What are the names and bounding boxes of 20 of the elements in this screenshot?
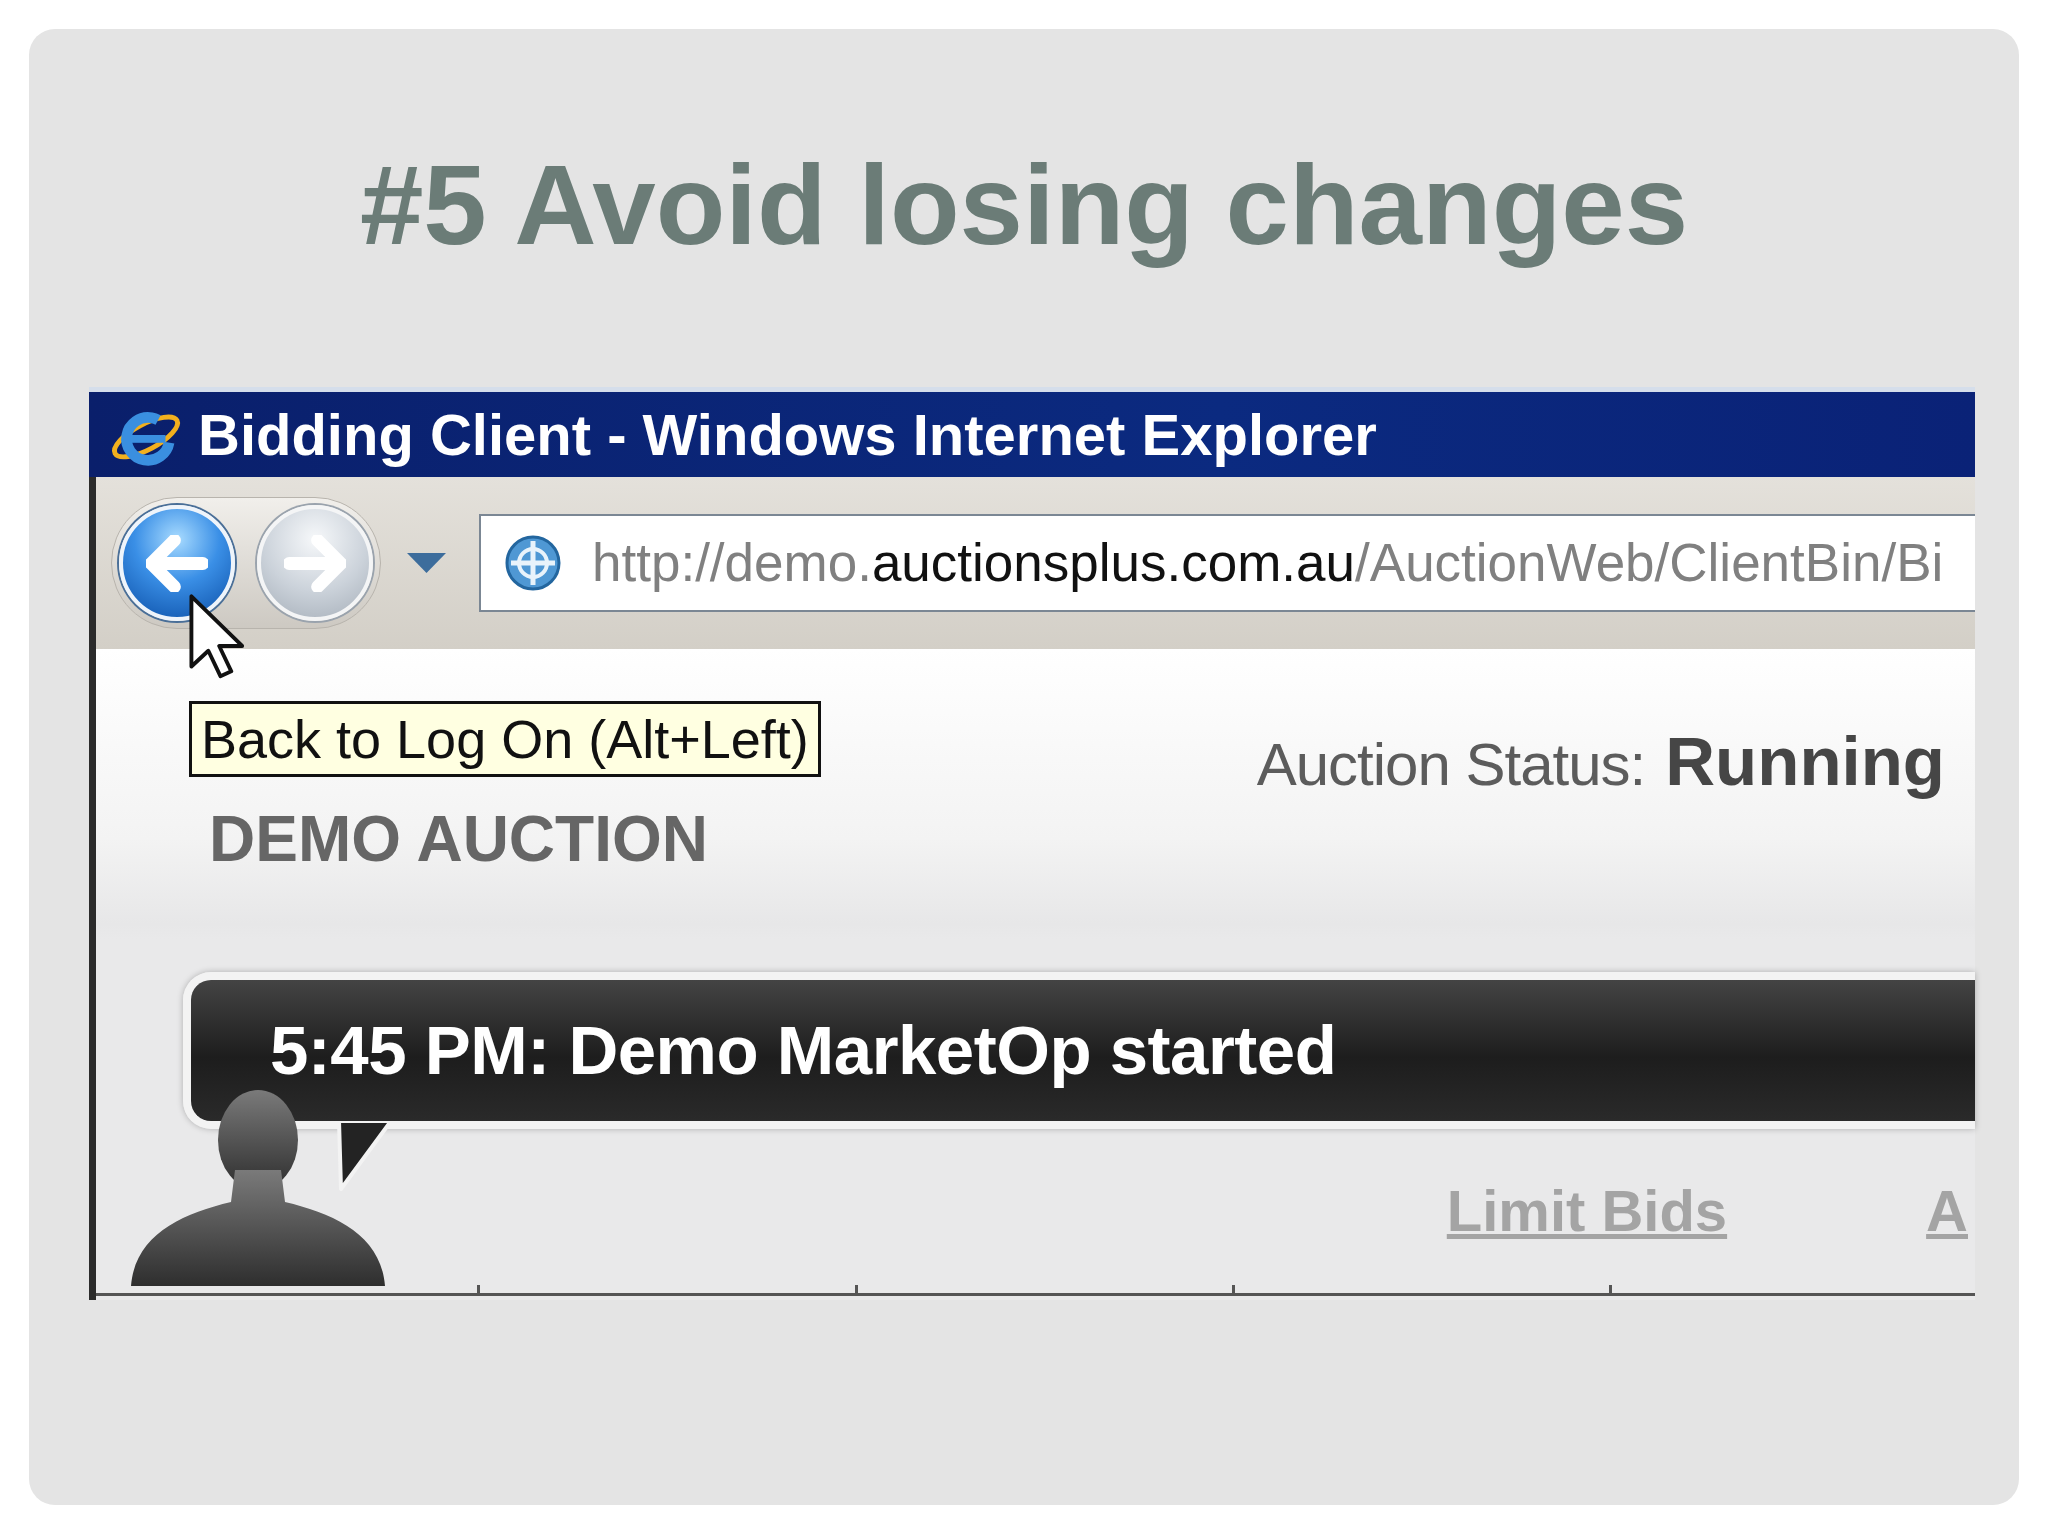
window-title: Bidding Client - Windows Internet Explorer (198, 401, 1377, 468)
left-arrow-icon (146, 534, 208, 592)
url-text: auctionsplus.com.au (871, 532, 1356, 592)
globe-icon (505, 535, 561, 591)
message-text: 5:45 PM: Demo MarketOp started (270, 1011, 1337, 1090)
address-field[interactable]: http://demo.auctionsplus.com.au/AuctionWeb/ClientBin/Bi (479, 514, 1975, 612)
recent-pages-button[interactable] (407, 553, 446, 573)
right-arrow-icon (284, 534, 346, 592)
tooltip: Back to Log On (Alt+Left) (189, 701, 821, 777)
url-text: http://demo. (592, 532, 872, 592)
user-silhouette-icon (131, 1090, 385, 1286)
slide-title: #5 Avoid losing changes (358, 140, 1690, 270)
tab-link[interactable]: Limit Bids (1446, 1182, 1728, 1240)
back-button[interactable] (119, 505, 235, 621)
mouse-pointer-icon (189, 594, 247, 681)
url-text: /AuctionWeb/ClientBin/Bi (1355, 532, 1944, 592)
caret-icon (407, 553, 446, 573)
auction-title: DEMO AUCTION (208, 807, 709, 871)
tab-link[interactable]: A (1926, 1182, 1968, 1240)
status-label: Auction Status: (1256, 735, 1646, 795)
